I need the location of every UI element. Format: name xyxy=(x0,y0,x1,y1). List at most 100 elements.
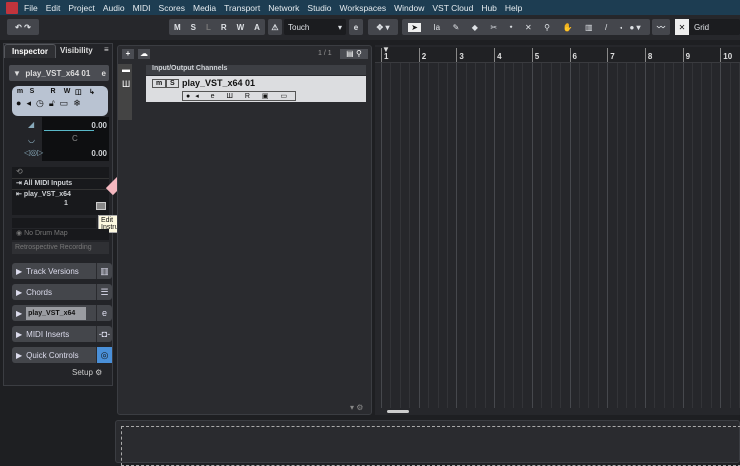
write-button[interactable]: W xyxy=(237,23,245,32)
read-button[interactable]: R xyxy=(221,23,227,32)
grid-line xyxy=(456,63,458,408)
lower-zone xyxy=(115,420,740,466)
pan-value[interactable]: C xyxy=(72,134,78,143)
mute-all-button[interactable]: M xyxy=(174,23,181,32)
menu-media[interactable]: Media xyxy=(193,3,216,13)
lanes-icon[interactable]: ▭ xyxy=(60,98,69,109)
erase-tool-icon[interactable]: ◆ xyxy=(472,23,478,32)
select-tool-icon[interactable]: ➤ xyxy=(408,22,421,32)
menu-hub[interactable]: Hub xyxy=(481,3,497,13)
edit-icon[interactable]: e xyxy=(96,305,112,321)
automation-icon[interactable]: ⚠ xyxy=(268,19,282,35)
menu-midi[interactable]: MIDI xyxy=(133,3,151,13)
monitor-button[interactable]: ◂ xyxy=(26,98,31,109)
lock-icon[interactable]: 🔓︎ xyxy=(49,98,55,109)
listen-button[interactable]: L xyxy=(206,23,211,32)
quick-controls-icon[interactable]: ◎ xyxy=(96,347,112,363)
volume-value[interactable]: 0.00 xyxy=(91,121,107,130)
automation-mode-select[interactable]: Touch ▾ xyxy=(284,19,346,35)
midi-output-select[interactable]: ⇤ play_VST_x64 xyxy=(12,189,109,200)
menu-file[interactable]: File xyxy=(24,3,38,13)
menu-network[interactable]: Network xyxy=(268,3,299,13)
freeze-icon[interactable]: ❄ xyxy=(73,98,81,109)
solo-all-button[interactable]: S xyxy=(191,23,196,32)
section-instrument[interactable]: ▶ play_VST_x64 e xyxy=(12,305,112,321)
read-button[interactable]: R xyxy=(47,88,59,96)
event-display[interactable] xyxy=(375,63,740,408)
suspend-icon[interactable]: e xyxy=(349,19,363,35)
automation-button[interactable]: A xyxy=(254,23,260,32)
track-name-field[interactable]: ▼ play_VST_x64 01 e xyxy=(9,65,109,81)
track-name[interactable]: play_VST_x64 01 xyxy=(182,78,255,88)
tab-inspector[interactable]: Inspector xyxy=(4,44,56,58)
drop-area[interactable] xyxy=(121,426,740,466)
grid-line xyxy=(531,63,533,408)
track-buttons-row[interactable]: ●◂ e Ш R ▣ ▭ xyxy=(182,91,297,101)
track-solo-button[interactable]: S xyxy=(166,79,179,88)
mute-button[interactable]: m xyxy=(15,88,25,96)
section-midi-inserts[interactable]: ▶ MIDI Inserts -◘- xyxy=(12,326,112,342)
monitor-icon[interactable]: ↳ xyxy=(89,88,95,96)
grid-line xyxy=(616,63,618,408)
glue-tool-icon[interactable]: ⬩ xyxy=(510,22,513,32)
section-quick-controls[interactable]: ▶ Quick Controls ◎ xyxy=(12,347,112,363)
undo-redo-button[interactable]: ↶ ↷ xyxy=(7,19,39,35)
bar-label: 7 xyxy=(610,52,615,61)
instrument-track[interactable]: m S play_VST_x64 01 ●◂ e Ш R ▣ ▭ xyxy=(146,76,366,102)
menu-icon[interactable]: ≡ xyxy=(104,45,109,54)
edit-auto-icon[interactable]: ◫ xyxy=(75,88,87,96)
delay-value[interactable]: 0.00 xyxy=(91,149,107,158)
setup-button[interactable]: Setup ⚙ xyxy=(72,368,102,377)
track-mute-button[interactable]: m xyxy=(152,79,167,88)
midi-input-select[interactable]: ⇥ All MIDI Inputs xyxy=(12,178,109,189)
menu-audio[interactable]: Audio xyxy=(103,3,125,13)
track-list-settings[interactable]: ▾ ⚙ xyxy=(350,403,363,412)
write-button[interactable]: W xyxy=(61,88,73,96)
grid-line xyxy=(588,63,590,408)
bar-tick xyxy=(418,48,420,62)
menu-scores[interactable]: Scores xyxy=(159,3,185,13)
bar-tick xyxy=(682,48,684,62)
drum-map-select[interactable]: ◉ No Drum Map xyxy=(12,229,109,240)
record-enable-button[interactable]: ● xyxy=(16,98,21,109)
expand-icon: ▶ xyxy=(16,329,23,339)
add-track-cloud-icon[interactable]: ☁ xyxy=(138,49,150,59)
split-tool-icon[interactable]: ✂ xyxy=(490,23,497,32)
solo-button[interactable]: S xyxy=(27,88,37,96)
edit-icon[interactable]: e xyxy=(102,69,106,78)
edit-instrument-button[interactable] xyxy=(96,202,106,210)
section-label: MIDI Inserts xyxy=(26,329,70,339)
tab-visibility[interactable]: Visibility xyxy=(60,46,93,55)
track-list-tools[interactable]: ▤ ⚲ xyxy=(340,49,368,59)
draw-tool-icon[interactable]: ✎ xyxy=(453,23,460,32)
menu-project[interactable]: Project xyxy=(68,3,94,13)
menu-workspaces[interactable]: Workspaces xyxy=(340,3,387,13)
section-chords[interactable]: ▶ Chords ☰ xyxy=(12,284,112,300)
menu-window[interactable]: Window xyxy=(394,3,424,13)
inserts-icon: -◘- xyxy=(96,326,112,342)
color-menu-button[interactable]: ● ▾ xyxy=(622,19,648,35)
section-track-versions[interactable]: ▶ Track Versions ▥ xyxy=(12,263,112,279)
hand-tool-icon[interactable]: ✋ xyxy=(563,23,573,32)
menu-studio[interactable]: Studio xyxy=(307,3,331,13)
folder-track[interactable]: Input/Output Channels xyxy=(146,65,366,75)
menu-help[interactable]: Help xyxy=(505,3,522,13)
timebase-icon[interactable]: ◷ xyxy=(36,98,44,109)
range-tool-icon[interactable]: Ia xyxy=(433,23,440,32)
constrain-button[interactable]: ✥ ▾ xyxy=(368,19,398,35)
comp-tool-icon[interactable]: ▥ xyxy=(585,23,593,32)
horizontal-scrollbar[interactable] xyxy=(387,410,409,413)
menu-transport[interactable]: Transport xyxy=(224,3,260,13)
add-track-button[interactable]: + xyxy=(122,49,134,59)
volume-slider[interactable] xyxy=(44,130,94,131)
zoom-tool-icon[interactable]: ⚲ xyxy=(544,23,550,32)
mute-tool-icon[interactable]: ✕ xyxy=(525,23,532,32)
menu-edit[interactable]: Edit xyxy=(46,3,61,13)
line-tool-icon[interactable]: / xyxy=(605,23,607,32)
bar-label: 2 xyxy=(421,52,427,61)
midi-channel-select[interactable]: 1 xyxy=(12,200,109,211)
menu-vst-cloud[interactable]: VST Cloud xyxy=(432,3,473,13)
snap-icon[interactable]: 〰 xyxy=(652,19,670,35)
snap-type-select[interactable]: ✕ Grid xyxy=(675,19,740,35)
retrospective-recording-button[interactable]: Retrospective Recording xyxy=(12,242,109,254)
